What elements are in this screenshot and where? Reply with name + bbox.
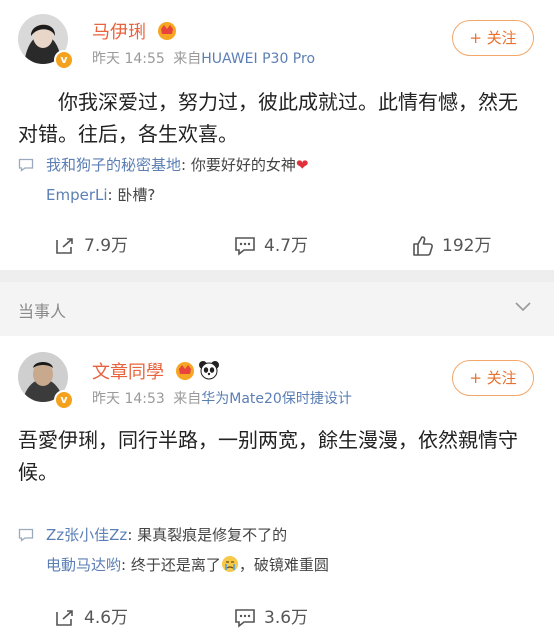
- comment-list: Zz张小佳Zz: 果真裂痕是修复不了的 电動马达哟: 终于还是离了 ，破镜难重圆: [18, 520, 538, 580]
- comment-author[interactable]: 我和狗子的秘密基地: 你要好好的女神❤: [46, 150, 308, 180]
- action-bar: 4.6万 3.6万: [0, 598, 554, 630]
- comment-author[interactable]: EmperLi: 卧槽?: [46, 180, 155, 210]
- member-crown-icon: [176, 362, 194, 380]
- like-count: 192万: [442, 236, 492, 256]
- username[interactable]: 马伊琍: [92, 18, 146, 44]
- follow-button[interactable]: + 关注: [452, 20, 534, 56]
- username[interactable]: 文章同學: [92, 358, 164, 384]
- thumbs-up-icon: [413, 236, 433, 256]
- post-source[interactable]: 华为Mate20保时捷设计: [201, 391, 352, 407]
- post-source[interactable]: HUAWEI P30 Pro: [201, 51, 315, 67]
- comment-item: 我和狗子的秘密基地: 你要好好的女神❤: [18, 150, 538, 180]
- comment-list: 我和狗子的秘密基地: 你要好好的女神❤ EmperLi: 卧槽?: [18, 150, 538, 210]
- repost-count: 7.9万: [84, 236, 129, 256]
- chevron-down-icon[interactable]: [514, 300, 532, 314]
- post-time: 昨天 14:55: [92, 51, 165, 67]
- comment-item: 电動马达哟: 终于还是离了 ，破镜难重圆: [18, 550, 538, 580]
- post-meta: 昨天 14:55 来自HUAWEI P30 Pro: [92, 48, 315, 68]
- comment-author[interactable]: 电動马达哟: 终于还是离了 ，破镜难重圆: [46, 550, 329, 580]
- comment-count: 4.7万: [264, 236, 309, 256]
- comment-text: : 你要好好的女神: [181, 156, 296, 174]
- section-divider: [0, 270, 554, 282]
- comment-author[interactable]: Zz张小佳Zz: 果真裂痕是修复不了的: [46, 520, 287, 550]
- section-header: 当事人: [0, 282, 554, 336]
- comment-bubble-icon: [18, 158, 34, 172]
- comment-text: : 卧槽?: [107, 186, 156, 204]
- repost-icon: [56, 238, 73, 254]
- section-title: 当事人: [18, 302, 67, 321]
- comment-item: Zz张小佳Zz: 果真裂痕是修复不了的: [18, 520, 538, 550]
- heart-icon: ❤: [295, 156, 309, 174]
- source-prefix: 来自: [173, 51, 202, 67]
- repost-icon: [56, 610, 73, 626]
- follow-button[interactable]: + 关注: [452, 360, 534, 396]
- post-time: 昨天 14:53: [92, 391, 165, 407]
- comment-text: : 终于还是离了 ，破镜难重圆: [121, 556, 329, 574]
- post-text: 吾愛伊琍，同行半路，一别两宽，餘生漫漫，依然親情守候。: [18, 428, 518, 484]
- post-card-1: v 马伊琍 昨天 14:55 来自HUAWEI P30 Pro + 关注 你我深…: [0, 0, 554, 270]
- comment-count: 3.6万: [264, 608, 309, 628]
- member-crown-icon: [158, 22, 176, 40]
- comment-icon: [235, 609, 255, 628]
- panda-icon: [199, 361, 219, 380]
- repost-count: 4.6万: [84, 608, 129, 628]
- post-meta: 昨天 14:53 来自华为Mate20保时捷设计: [92, 388, 352, 408]
- post-card-2: v 文章同學 昨天 14:53 来自华为Mate20保时捷设计 + 关注 吾愛伊…: [0, 336, 554, 630]
- post-text: 你我深爱过，努力过，彼此成就过。此情有憾，然无对错。往后，各生欢喜。: [18, 90, 518, 146]
- crying-face-emoji-icon: [221, 556, 238, 572]
- comment-icon: [235, 237, 255, 256]
- comment-item: EmperLi: 卧槽?: [18, 180, 538, 210]
- verified-badge-icon: v: [54, 390, 74, 410]
- comment-text: : 果真裂痕是修复不了的: [127, 526, 288, 544]
- action-bar: 7.9万 4.7万 192万: [0, 226, 554, 266]
- comment-bubble-icon: [18, 528, 34, 542]
- verified-badge-icon: v: [54, 50, 74, 70]
- source-prefix: 来自: [173, 391, 202, 407]
